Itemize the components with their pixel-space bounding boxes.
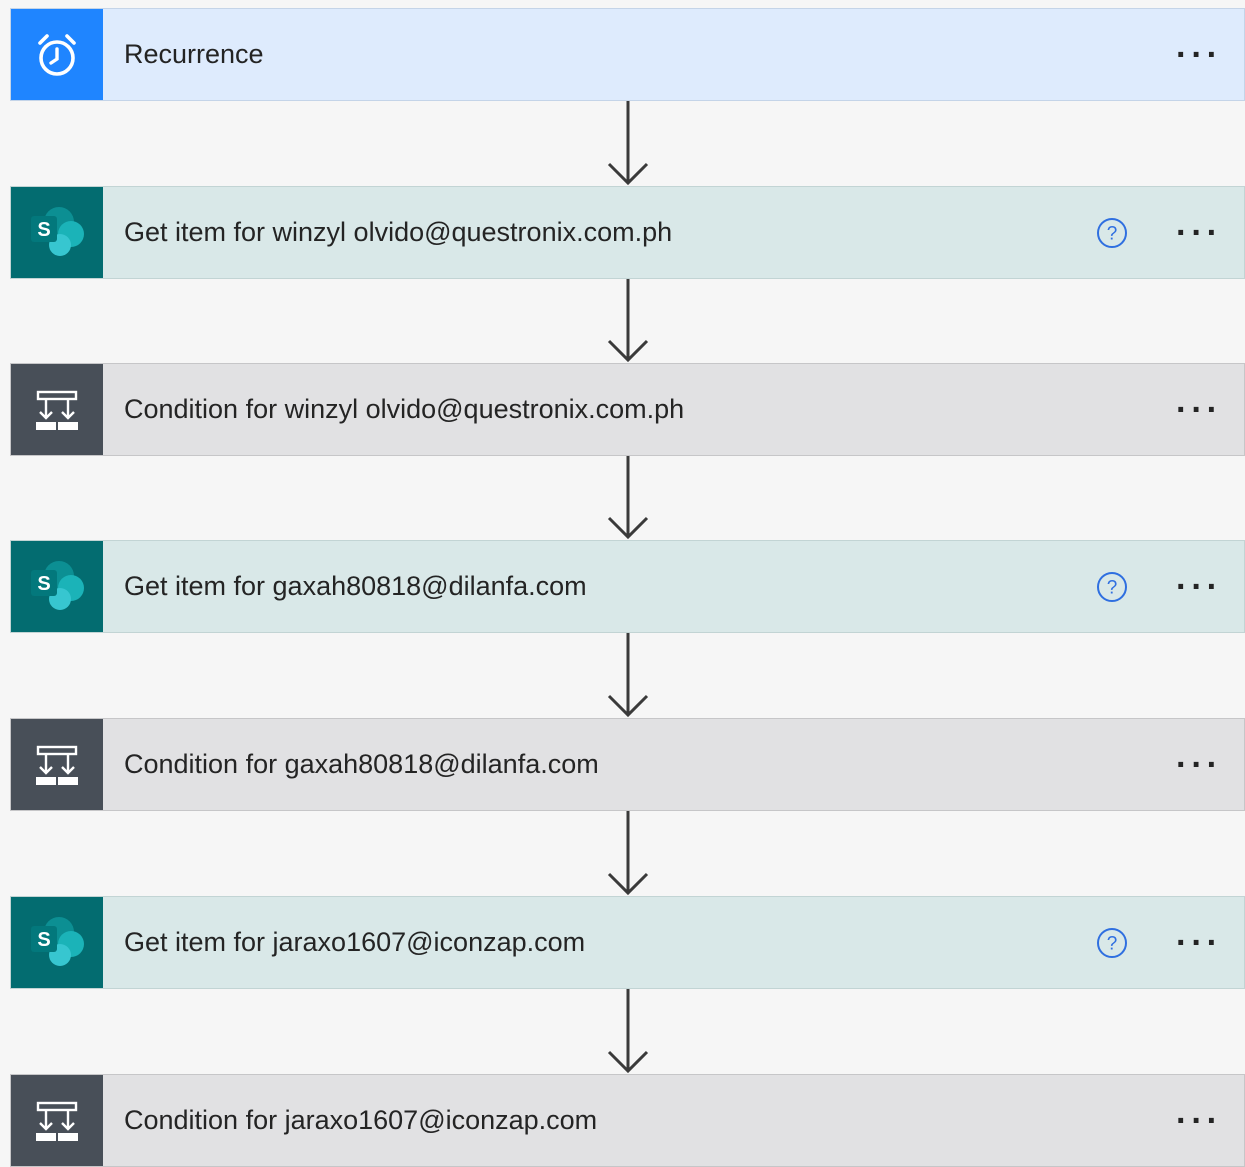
step-title[interactable]: Get item for jaraxo1607@iconzap.com [103, 927, 1244, 958]
connector-arrow-icon [605, 101, 651, 186]
svg-text:?: ? [1107, 223, 1118, 244]
alarm-clock-icon [11, 9, 103, 100]
sharepoint-letter: S [37, 929, 50, 951]
svg-text:?: ? [1107, 933, 1118, 954]
help-icon[interactable]: ? [1096, 571, 1128, 603]
help-icon[interactable]: ? [1096, 927, 1128, 959]
more-options-button[interactable]: ··· [1176, 216, 1222, 250]
trigger-card[interactable]: Recurrence ··· [10, 8, 1245, 101]
get-item-action-card[interactable]: S Get item for gaxah80818@dilanfa.com? ··· [10, 540, 1245, 633]
sharepoint-icon: S [11, 541, 103, 632]
connector-arrow-icon [605, 633, 651, 718]
condition-action-card[interactable]: Condition for jaraxo1607@iconzap.com ··· [10, 1074, 1245, 1167]
more-options-button[interactable]: ··· [1176, 570, 1222, 604]
condition-action-card[interactable]: Condition for gaxah80818@dilanfa.com ··· [10, 718, 1245, 811]
condition-icon [11, 719, 103, 810]
step-title[interactable]: Get item for winzyl olvido@questronix.co… [103, 217, 1244, 248]
connector-arrow-icon [605, 456, 651, 540]
condition-icon [11, 364, 103, 455]
more-options-button[interactable]: ··· [1176, 926, 1222, 960]
step-title[interactable]: Get item for gaxah80818@dilanfa.com [103, 571, 1244, 602]
sharepoint-letter: S [37, 219, 50, 241]
condition-icon [11, 1075, 103, 1166]
get-item-action-card[interactable]: S Get item for winzyl olvido@questronix.c… [10, 186, 1245, 279]
connector-arrow-icon [605, 811, 651, 896]
more-options-button[interactable]: ··· [1176, 393, 1222, 427]
svg-text:?: ? [1107, 577, 1118, 598]
get-item-action-card[interactable]: S Get item for jaraxo1607@iconzap.com? ··· [10, 896, 1245, 989]
help-icon[interactable]: ? [1096, 217, 1128, 249]
step-title[interactable]: Condition for winzyl olvido@questronix.c… [103, 394, 1244, 425]
step-title[interactable]: Recurrence [103, 39, 1244, 70]
sharepoint-icon: S [11, 897, 103, 988]
sharepoint-icon: S [11, 187, 103, 278]
connector-arrow-icon [605, 989, 651, 1074]
step-title[interactable]: Condition for jaraxo1607@iconzap.com [103, 1105, 1244, 1136]
more-options-button[interactable]: ··· [1176, 1104, 1222, 1138]
more-options-button[interactable]: ··· [1176, 748, 1222, 782]
connector-arrow-icon [605, 279, 651, 363]
condition-action-card[interactable]: Condition for winzyl olvido@questronix.c… [10, 363, 1245, 456]
more-options-button[interactable]: ··· [1176, 38, 1222, 72]
step-title[interactable]: Condition for gaxah80818@dilanfa.com [103, 749, 1244, 780]
sharepoint-letter: S [37, 573, 50, 595]
